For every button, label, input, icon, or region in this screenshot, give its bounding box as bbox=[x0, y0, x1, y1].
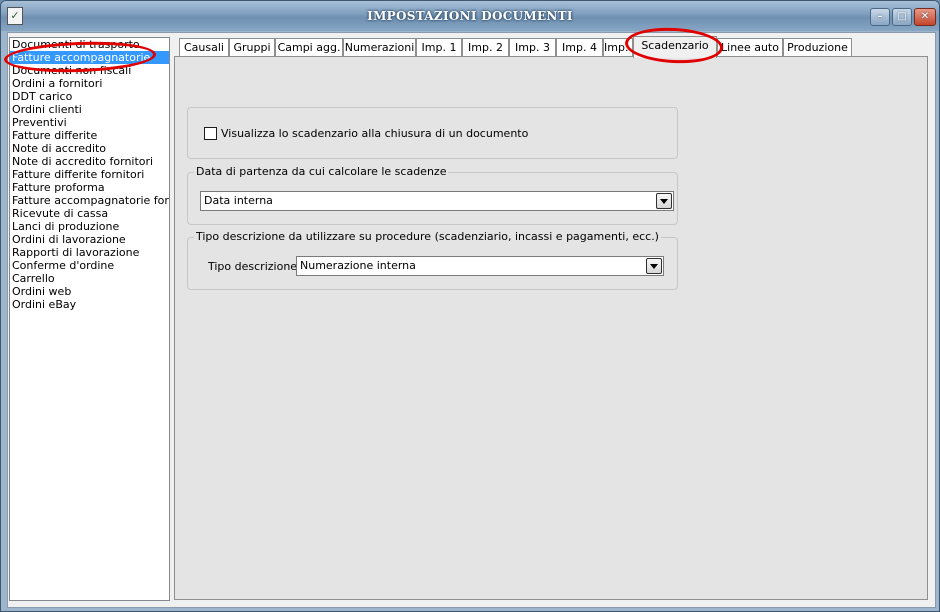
document-type-item[interactable]: Fatture differite fornitori bbox=[10, 168, 169, 181]
document-type-item[interactable]: Lanci di produzione bbox=[10, 220, 169, 233]
show-scadenzario-group: Visualizza lo scadenzario alla chiusura … bbox=[187, 107, 678, 159]
title-bar[interactable]: ✓ IMPOSTAZIONI DOCUMENTI – □ ✕ bbox=[1, 1, 939, 31]
tab-linee-auto[interactable]: Linee auto bbox=[717, 38, 783, 57]
document-type-list[interactable]: Documenti di trasporto Fatture accompagna… bbox=[9, 37, 170, 601]
document-type-item[interactable]: Note di accredito bbox=[10, 142, 169, 155]
document-type-item[interactable]: Ordini web bbox=[10, 285, 169, 298]
close-button[interactable]: ✕ bbox=[914, 8, 936, 26]
document-type-item[interactable]: Rapporti di lavorazione bbox=[10, 246, 169, 259]
tab-campi-agg[interactable]: Campi agg. bbox=[275, 38, 343, 57]
description-type-dropdown-arrow-icon[interactable] bbox=[646, 258, 662, 274]
window-client-area: Documenti di trasporto Fatture accompagna… bbox=[7, 32, 936, 608]
document-type-item[interactable]: Fatture accompagnatorie bbox=[10, 51, 169, 64]
tab-imp-5[interactable]: Imp. 5 bbox=[603, 38, 633, 57]
document-type-item[interactable]: Fatture differite bbox=[10, 129, 169, 142]
document-type-item[interactable]: Carrello bbox=[10, 272, 169, 285]
minimize-button[interactable]: – bbox=[870, 8, 890, 26]
document-type-item[interactable]: Note di accredito fornitori bbox=[10, 155, 169, 168]
start-date-group: Data di partenza da cui calcolare le sca… bbox=[187, 165, 678, 225]
document-type-item[interactable]: Fatture accompagnatorie fornito bbox=[10, 194, 169, 207]
start-date-group-title: Data di partenza da cui calcolare le sca… bbox=[194, 165, 449, 178]
tab-imp-3[interactable]: Imp. 3 bbox=[509, 38, 556, 57]
document-type-item[interactable]: Ordini di lavorazione bbox=[10, 233, 169, 246]
tab-numerazioni[interactable]: Numerazioni bbox=[343, 38, 416, 57]
document-type-item[interactable]: Fatture proforma bbox=[10, 181, 169, 194]
description-group-title: Tipo descrizione da utilizzare su proced… bbox=[194, 230, 661, 243]
show-on-close-option[interactable]: Visualizza lo scadenzario alla chiusura … bbox=[204, 127, 528, 140]
tab-control: Causali Gruppi Campi agg. Numerazioni Imp. 1… bbox=[174, 36, 928, 601]
description-type-value: Numerazione interna bbox=[300, 259, 416, 272]
tab-causali[interactable]: Causali bbox=[179, 38, 229, 57]
tab-strip: Causali Gruppi Campi agg. Numerazioni Imp. 1… bbox=[174, 36, 928, 58]
document-type-item[interactable]: Documenti di trasporto bbox=[10, 38, 169, 51]
show-on-close-label[interactable]: Visualizza lo scadenzario alla chiusura … bbox=[221, 127, 528, 140]
tab-panel-scadenzario: Visualizza lo scadenzario alla chiusura … bbox=[174, 56, 928, 600]
document-type-item[interactable]: Documenti non fiscali bbox=[10, 64, 169, 77]
document-type-item[interactable]: Ricevute di cassa bbox=[10, 207, 169, 220]
tab-gruppi[interactable]: Gruppi bbox=[229, 38, 275, 57]
show-on-close-checkbox[interactable] bbox=[204, 127, 217, 140]
description-type-select[interactable]: Numerazione interna bbox=[296, 256, 664, 276]
document-type-item[interactable]: Ordini clienti bbox=[10, 103, 169, 116]
document-type-item[interactable]: Ordini eBay bbox=[10, 298, 169, 311]
description-type-label: Tipo descrizione : bbox=[208, 260, 305, 273]
tab-scadenzario[interactable]: Scadenzario bbox=[633, 36, 717, 58]
tab-imp-4[interactable]: Imp. 4 bbox=[556, 38, 603, 57]
document-type-item[interactable]: Preventivi bbox=[10, 116, 169, 129]
window-title: IMPOSTAZIONI DOCUMENTI bbox=[367, 9, 573, 23]
tab-produzione[interactable]: Produzione bbox=[783, 38, 852, 57]
tab-imp-2[interactable]: Imp. 2 bbox=[462, 38, 509, 57]
document-type-item[interactable]: Ordini a fornitori bbox=[10, 77, 169, 90]
description-type-group: Tipo descrizione da utilizzare su proced… bbox=[187, 230, 678, 290]
document-type-item[interactable]: Conferme d'ordine bbox=[10, 259, 169, 272]
start-date-value: Data interna bbox=[204, 194, 273, 207]
tab-imp-1[interactable]: Imp. 1 bbox=[416, 38, 462, 57]
maximize-button[interactable]: □ bbox=[892, 8, 912, 26]
start-date-select[interactable]: Data interna bbox=[200, 191, 674, 211]
start-date-dropdown-arrow-icon[interactable] bbox=[656, 193, 672, 209]
settings-window: ✓ IMPOSTAZIONI DOCUMENTI – □ ✕ Documenti… bbox=[0, 0, 940, 612]
document-type-item[interactable]: DDT carico bbox=[10, 90, 169, 103]
